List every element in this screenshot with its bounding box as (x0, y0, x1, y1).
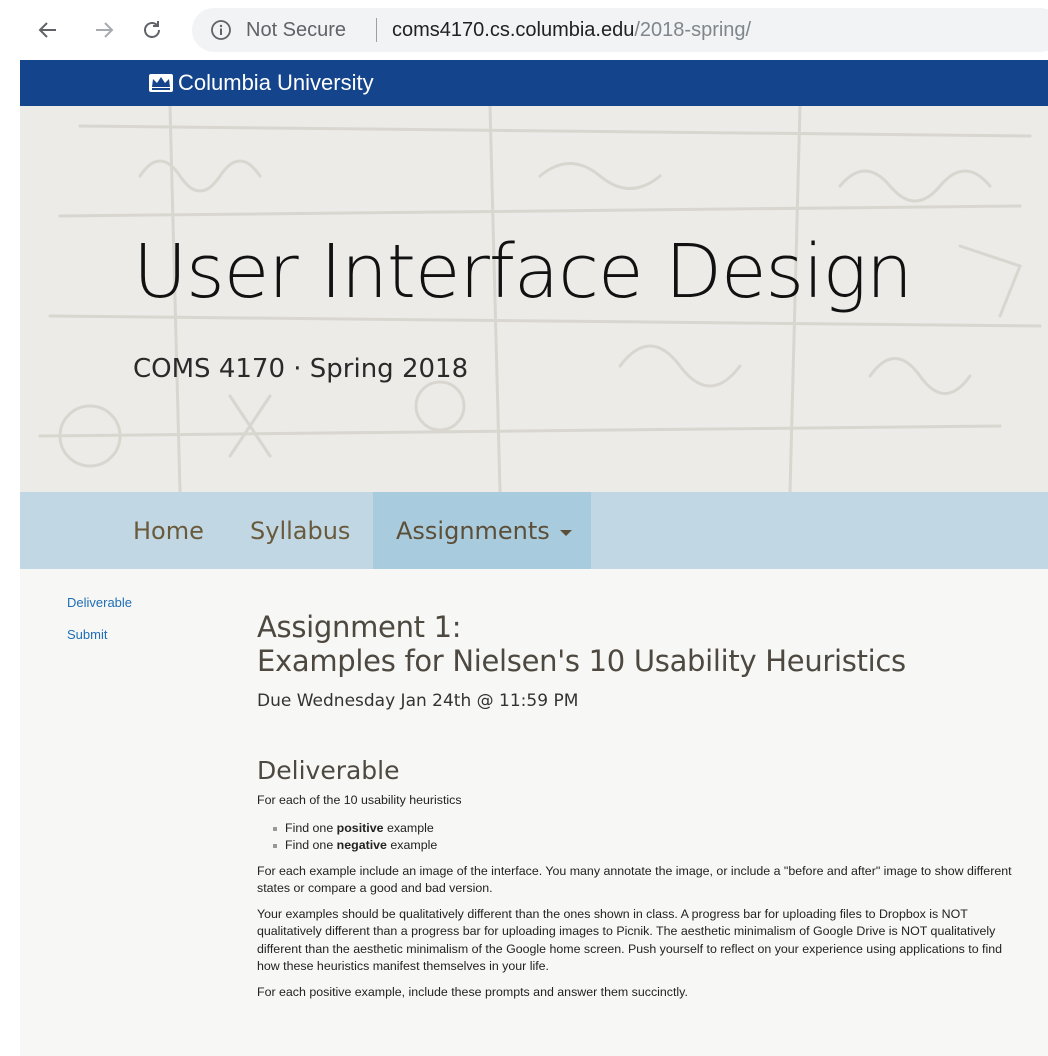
paragraph-images: For each example include an image of the… (257, 863, 1012, 896)
reload-icon (144, 21, 160, 38)
url-host: coms4170.cs.columbia.edu (392, 19, 635, 41)
nav-assignments-label: Assignments (396, 516, 550, 545)
main-navbar: Home Syllabus Assignments (20, 492, 1048, 569)
list-item: Find one positive example (273, 820, 1017, 838)
hero-banner: User Interface Design COMS 4170 · Spring… (20, 106, 1048, 492)
deliverable-heading: Deliverable (257, 756, 400, 785)
sidebar-nav: Deliverable Submit (67, 595, 132, 659)
info-icon[interactable] (210, 19, 232, 41)
address-bar[interactable]: Not Secure coms4170.cs.columbia.edu/2018… (192, 8, 1048, 52)
university-header: Columbia University (20, 60, 1048, 106)
forward-arrow-icon (96, 22, 114, 38)
url-path: /2018-spring/ (634, 19, 752, 41)
omnibox-separator (376, 18, 377, 42)
list-item: Find one negative example (273, 837, 1017, 855)
nav-assignments-dropdown[interactable]: Assignments (373, 492, 591, 569)
paragraph-prompts: For each positive example, include these… (257, 984, 688, 999)
assignment-title: Assignment 1: Examples for Nielsen's 10 … (257, 610, 1017, 678)
bullet-suffix: example (386, 838, 438, 852)
url-text[interactable]: coms4170.cs.columbia.edu/2018-spring/ (392, 18, 751, 42)
page-title: User Interface Design (133, 229, 913, 315)
paragraph-examples: Your examples should be qualitatively di… (257, 906, 1002, 974)
browser-toolbar: Not Secure coms4170.cs.columbia.edu/2018… (0, 0, 1048, 60)
main-content: Assignment 1: Examples for Nielsen's 10 … (257, 610, 1017, 1001)
nav-home[interactable]: Home (133, 492, 204, 569)
bullet-suffix: example (383, 820, 434, 835)
assignment-title-line1: Assignment 1: (257, 610, 462, 644)
deliverable-intro: For each of the 10 usability heuristics (257, 793, 462, 807)
back-button[interactable] (32, 12, 64, 48)
bullet-square-icon (273, 826, 277, 831)
course-subtitle: COMS 4170 · Spring 2018 (133, 354, 469, 384)
sidebar-link-deliverable[interactable]: Deliverable (67, 595, 132, 611)
due-date: Due Wednesday Jan 24th @ 11:59 PM (257, 691, 579, 711)
bullet-prefix: Find one (285, 820, 337, 835)
bullet-prefix: Find one (285, 838, 337, 852)
page-viewport: Columbia University User Interface Desig… (20, 60, 1048, 1056)
deliverable-bullets: Find one positive example Find one negat… (257, 820, 1017, 855)
assignment-title-line2: Examples for Nielsen's 10 Usability Heur… (257, 644, 906, 678)
bullet-bold: negative (336, 838, 387, 852)
university-name[interactable]: Columbia University (178, 70, 374, 96)
reload-button[interactable] (136, 12, 168, 48)
crown-icon[interactable] (148, 73, 174, 93)
caret-down-icon (559, 529, 572, 536)
security-label: Not Secure (246, 19, 347, 41)
forward-button[interactable] (88, 12, 120, 48)
nav-syllabus[interactable]: Syllabus (250, 492, 350, 569)
back-arrow-icon (38, 22, 56, 38)
bullet-square-icon (273, 844, 277, 848)
sidebar-link-submit[interactable]: Submit (67, 627, 132, 643)
bullet-bold: positive (336, 820, 384, 835)
